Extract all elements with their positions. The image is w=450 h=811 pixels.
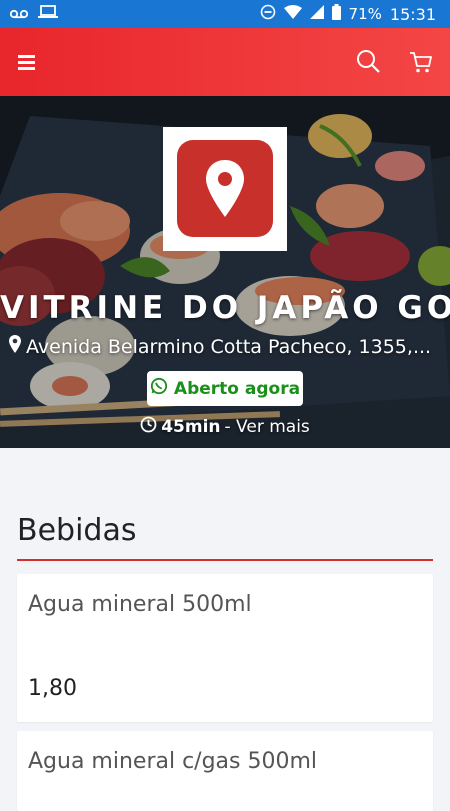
product-price: 1,80 [28, 676, 77, 701]
section-divider [17, 559, 433, 561]
delivery-info: 45min - Ver mais [0, 416, 450, 438]
store-address[interactable]: Avenida Belarmino Cotta Pacheco, 1355,..… [8, 334, 444, 359]
clock-icon [140, 416, 157, 438]
section-title: Bebidas [17, 513, 137, 548]
product-name: Agua mineral c/gas 500ml [28, 749, 318, 774]
map-pin-icon [206, 160, 244, 217]
laptop-icon [38, 5, 58, 23]
search-icon[interactable] [355, 48, 383, 76]
cart-icon[interactable] [407, 48, 435, 76]
see-more-link[interactable]: - Ver mais [225, 417, 310, 437]
open-status-text: Aberto agora [173, 378, 301, 399]
product-name: Agua mineral 500ml [28, 592, 252, 617]
signal-icon [309, 4, 324, 24]
status-bar: 71% 15:31 [0, 0, 450, 28]
product-card[interactable]: Agua mineral c/gas 500ml [17, 731, 433, 811]
menu-icon[interactable] [17, 51, 41, 73]
battery-percent: 71% [348, 5, 382, 23]
open-status-badge[interactable]: Aberto agora [147, 371, 303, 406]
product-card[interactable]: Agua mineral 500ml 1,80 [17, 574, 433, 722]
store-logo [163, 127, 287, 251]
whatsapp-icon [150, 377, 168, 400]
location-pin-icon [8, 334, 22, 359]
clock: 15:31 [389, 4, 436, 24]
store-address-text: Avenida Belarmino Cotta Pacheco, 1355,..… [26, 335, 432, 358]
delivery-time: 45min [161, 417, 221, 437]
store-hero: VITRINE DO JAPÃO GO... Avenida Belarmino… [0, 96, 450, 448]
wifi-icon [283, 4, 302, 24]
dnd-icon [260, 4, 276, 24]
app-bar [0, 28, 450, 96]
store-name: VITRINE DO JAPÃO GO... [0, 290, 450, 326]
battery-icon [331, 4, 341, 24]
voicemail-icon [9, 5, 29, 23]
